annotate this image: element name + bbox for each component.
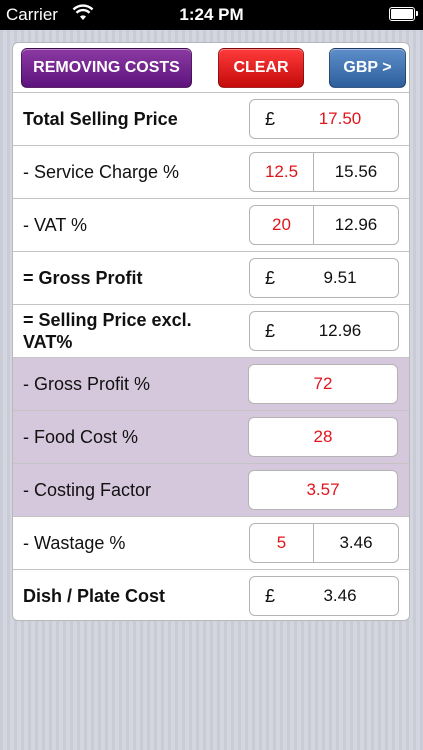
vat-result: 12.96	[334, 215, 378, 234]
selling-price-excl-vat-value: 12.96	[318, 321, 362, 340]
row-wastage: - Wastage % 5 3.46	[13, 517, 409, 570]
service-charge-result: 15.56	[334, 162, 378, 181]
dish-plate-cost-value: 3.46	[323, 586, 357, 605]
row-gross-profit: = Gross Profit £ 9.51	[13, 252, 409, 305]
service-charge-label: - Service Charge %	[23, 161, 180, 182]
toolbar: REMOVING COSTS CLEAR GBP >	[13, 43, 409, 93]
gross-profit-label: = Gross Profit	[23, 267, 143, 288]
costing-factor-input[interactable]: 3.57	[248, 470, 398, 510]
clock: 1:24 PM	[179, 5, 244, 24]
row-dish-plate-cost: Dish / Plate Cost £ 3.46	[13, 570, 409, 620]
total-selling-price-label: Total Selling Price	[23, 108, 178, 129]
gross-profit-pct-label: - Gross Profit %	[23, 373, 151, 394]
row-vat: - VAT % 20 12.96	[13, 199, 409, 252]
vat-fields: 20 12.96	[249, 205, 399, 245]
vat-percent-input[interactable]: 20	[250, 206, 314, 244]
wastage-percent-input[interactable]: 5	[250, 524, 314, 562]
costing-factor-label: - Costing Factor	[23, 479, 152, 500]
gross-profit-value: 9.51	[323, 268, 357, 287]
vat-label: - VAT %	[23, 214, 88, 235]
removing-costs-button[interactable]: REMOVING COSTS	[21, 48, 192, 88]
gross-profit-pct-input[interactable]: 72	[248, 364, 398, 404]
row-total-selling-price: Total Selling Price £ 17.50	[13, 93, 409, 146]
clear-button[interactable]: CLEAR	[218, 48, 304, 88]
selling-price-excl-vat-label: = Selling Price excl. VAT%	[23, 305, 248, 357]
row-service-charge: - Service Charge % 12.5 15.56	[13, 146, 409, 199]
wastage-label: - Wastage %	[23, 532, 126, 553]
service-charge-percent-input[interactable]: 12.5	[250, 153, 314, 191]
row-costing-factor: - Costing Factor 3.57	[13, 464, 409, 517]
gross-profit-field: £ 9.51	[249, 258, 399, 298]
currency-symbol: £	[264, 108, 275, 129]
row-gross-profit-pct: - Gross Profit % 72	[13, 358, 409, 411]
total-selling-price-value[interactable]: 17.50	[290, 109, 398, 129]
total-selling-price-input[interactable]: £ 17.50	[249, 99, 399, 139]
selling-price-excl-vat-field: £ 12.96	[249, 311, 399, 351]
currency-symbol: £	[264, 585, 275, 606]
calculator-panel: REMOVING COSTS CLEAR GBP > Total Selling…	[12, 42, 410, 621]
dish-plate-cost-field: £ 3.46	[249, 576, 399, 616]
status-bar: Carrier 1:24 PM	[0, 0, 423, 30]
row-selling-price-excl-vat: = Selling Price excl. VAT% £ 12.96	[13, 305, 409, 358]
selling-price-excl-vat-label-line2: VAT%	[23, 332, 73, 352]
dish-plate-cost-label: Dish / Plate Cost	[23, 585, 166, 606]
currency-button[interactable]: GBP >	[329, 48, 406, 88]
currency-symbol: £	[264, 267, 275, 288]
food-cost-pct-input[interactable]: 28	[248, 417, 398, 457]
currency-symbol: £	[264, 320, 275, 341]
selling-price-excl-vat-label-line1: = Selling Price excl.	[23, 310, 192, 330]
service-charge-fields: 12.5 15.56	[249, 152, 399, 192]
food-cost-pct-label: - Food Cost %	[23, 426, 139, 447]
row-food-cost-pct: - Food Cost % 28	[13, 411, 409, 464]
wastage-result: 3.46	[339, 533, 373, 552]
wastage-fields: 5 3.46	[249, 523, 399, 563]
battery-icon	[389, 7, 418, 21]
